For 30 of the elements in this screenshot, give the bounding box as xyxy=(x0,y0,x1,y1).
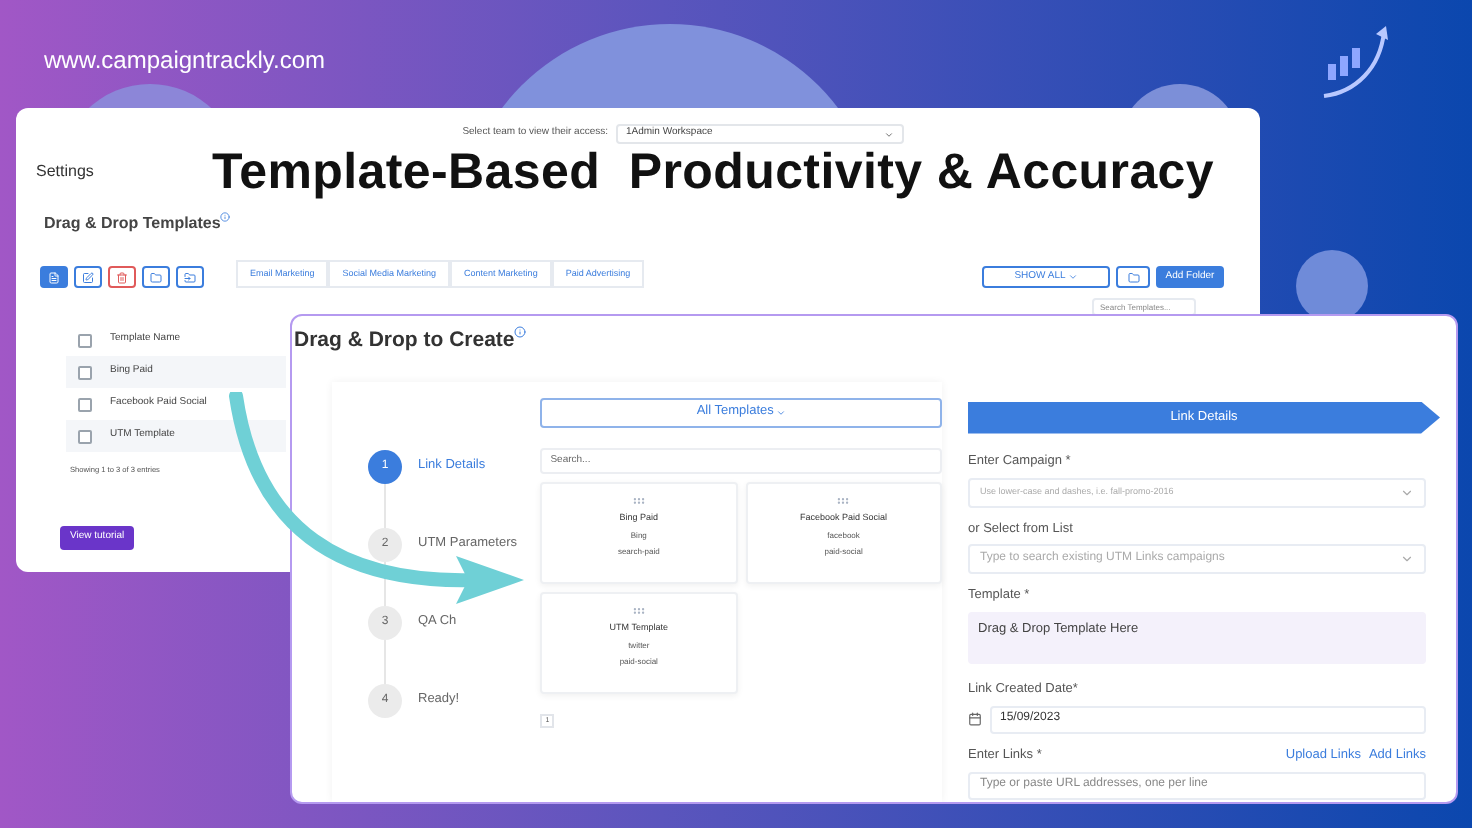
headline: Template-Based Productivity & Accuracy xyxy=(212,142,1215,204)
info-icon xyxy=(514,326,527,338)
calendar-icon xyxy=(968,712,982,727)
checkbox[interactable] xyxy=(78,333,92,347)
checkbox[interactable] xyxy=(78,365,92,379)
section-title: Drag & Drop Templates xyxy=(44,212,221,236)
site-url: www.campaigntrackly.com xyxy=(44,44,325,78)
caret-icon xyxy=(1067,272,1078,282)
toolbar-button[interactable] xyxy=(176,266,204,288)
checkbox[interactable] xyxy=(78,397,92,411)
toolbar-button[interactable] xyxy=(108,266,136,288)
chevron-icon xyxy=(1400,485,1414,499)
page-title: Settings xyxy=(36,160,94,184)
toolbar-button[interactable] xyxy=(142,266,170,288)
folder-icon xyxy=(1127,271,1139,283)
folder-icon xyxy=(184,271,196,283)
caret-icon xyxy=(775,407,786,418)
trash-icon xyxy=(116,271,128,283)
info-icon xyxy=(220,212,231,222)
chevron-icon xyxy=(1400,552,1414,567)
toolbar-button[interactable] xyxy=(40,266,68,288)
folder-button[interactable] xyxy=(1116,266,1150,288)
file-icon xyxy=(48,271,60,283)
chevron-icon xyxy=(884,129,894,139)
chart-logo-icon xyxy=(1320,20,1392,100)
edit-icon xyxy=(82,271,94,283)
window-title: Drag & Drop to Create xyxy=(294,326,515,356)
toolbar-button[interactable] xyxy=(74,266,102,288)
folder-icon xyxy=(150,271,162,283)
checkbox[interactable] xyxy=(78,429,92,443)
